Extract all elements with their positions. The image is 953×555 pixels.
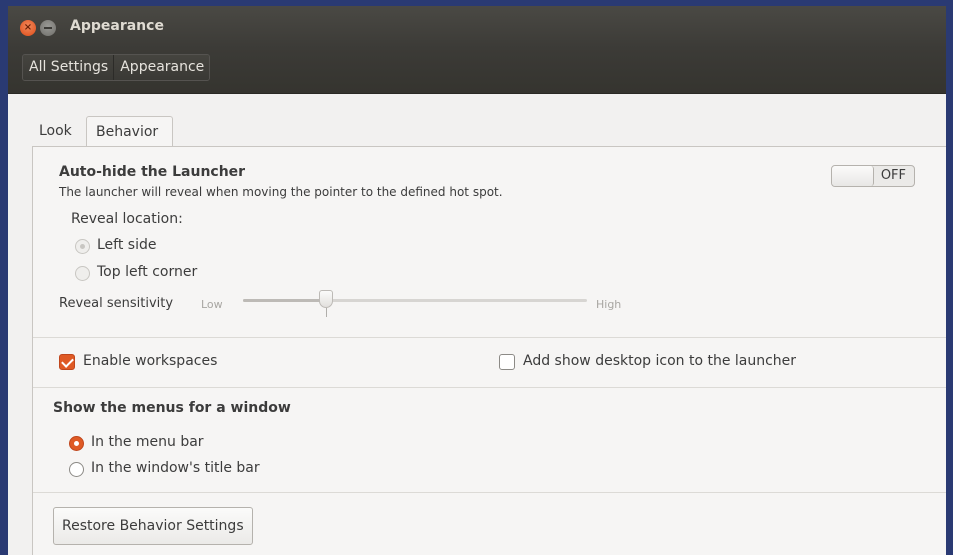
radio-in-title-bar[interactable] (69, 462, 84, 477)
content-area: Look Behavior Auto-hide the Launcher The… (8, 94, 946, 555)
tab-behavior[interactable]: Behavior (86, 116, 173, 147)
separator (33, 492, 946, 493)
in-title-bar-label: In the window's title bar (91, 460, 260, 476)
in-menu-bar-label: In the menu bar (91, 434, 204, 450)
close-icon[interactable]: × (20, 20, 36, 36)
enable-workspaces-label: Enable workspaces (83, 353, 218, 369)
sensitivity-slider-thumb[interactable] (318, 290, 333, 308)
breadcrumb-appearance[interactable]: Appearance (113, 55, 210, 80)
autohide-toggle[interactable]: OFF (831, 165, 915, 187)
toggle-knob (832, 166, 874, 186)
window-title: Appearance (70, 18, 164, 34)
title-bar[interactable]: × Appearance (8, 6, 946, 48)
breadcrumb-all-settings[interactable]: All Settings (23, 55, 114, 80)
sensitivity-low-label: Low (201, 298, 223, 311)
left-side-label: Left side (97, 237, 157, 253)
autohide-title: Auto-hide the Launcher (59, 164, 246, 180)
sensitivity-slider-track[interactable] (243, 299, 587, 302)
restore-behavior-settings-button[interactable]: Restore Behavior Settings (53, 507, 253, 545)
radio-left-side[interactable] (75, 239, 90, 254)
appearance-window: × Appearance All Settings Appearance Loo… (8, 6, 946, 555)
tab-look[interactable]: Look (39, 116, 72, 146)
sensitivity-high-label: High (596, 298, 622, 311)
toolbar: All Settings Appearance (8, 48, 946, 94)
minimize-icon[interactable] (40, 20, 56, 36)
radio-top-left-corner[interactable] (75, 266, 90, 281)
behavior-panel: Auto-hide the Launcher The launcher will… (32, 146, 946, 555)
reveal-location-label: Reveal location: (71, 211, 183, 227)
radio-in-menu-bar[interactable] (69, 436, 84, 451)
sensitivity-slider-fill (243, 299, 326, 302)
reveal-sensitivity-label: Reveal sensitivity (59, 296, 174, 311)
menus-section-title: Show the menus for a window (53, 400, 291, 416)
autohide-description: The launcher will reveal when moving the… (59, 185, 503, 199)
toggle-state-label: OFF (880, 168, 906, 183)
show-desktop-icon-checkbox[interactable] (499, 354, 515, 370)
show-desktop-icon-label: Add show desktop icon to the launcher (523, 353, 797, 369)
breadcrumb: All Settings Appearance (22, 54, 211, 81)
top-left-corner-label: Top left corner (97, 264, 198, 280)
separator (33, 387, 946, 388)
separator (33, 337, 946, 338)
sensitivity-slider-tick (325, 308, 327, 317)
enable-workspaces-checkbox[interactable] (59, 354, 75, 370)
